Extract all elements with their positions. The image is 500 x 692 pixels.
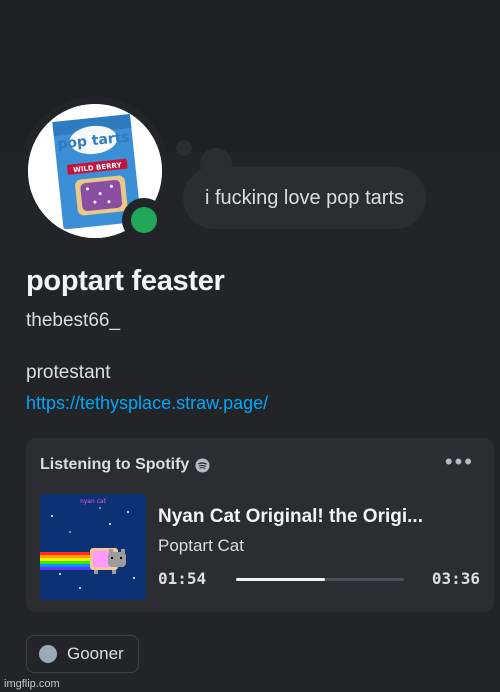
spotify-activity-card: Listening to Spotify ••• nyan cat Nyan C… <box>26 438 494 612</box>
progress-bar-fill <box>236 578 326 581</box>
role-color-dot <box>39 645 57 663</box>
username: thebest66_ <box>26 310 121 331</box>
activity-header: Listening to Spotify <box>40 456 210 474</box>
track-artist[interactable]: Poptart Cat <box>158 536 244 556</box>
role-pill-gooner[interactable]: Gooner <box>26 635 139 673</box>
progress-bar <box>236 578 404 581</box>
bio-link[interactable]: https://tethysplace.straw.page/ <box>26 393 268 414</box>
spotify-icon <box>195 457 210 473</box>
online-status-icon <box>131 207 157 233</box>
custom-status-text: i fucking love pop tarts <box>205 186 404 209</box>
svg-text:nyan cat: nyan cat <box>80 498 107 505</box>
time-total: 03:36 <box>431 569 480 588</box>
more-options-icon[interactable]: ••• <box>445 451 474 473</box>
custom-status-bubble[interactable]: i fucking love pop tarts <box>183 167 426 229</box>
display-name: poptart feaster <box>26 265 225 297</box>
track-title[interactable]: Nyan Cat Original! the Origi... <box>158 506 474 528</box>
activity-header-label: Listening to Spotify <box>40 456 190 473</box>
bio-text: protestant <box>26 362 111 383</box>
imgflip-watermark: imgflip.com <box>4 678 60 690</box>
thought-bubble-dot-small <box>176 140 192 156</box>
time-elapsed: 01:54 <box>158 569 207 588</box>
album-art[interactable]: nyan cat <box>40 494 146 600</box>
role-name: Gooner <box>67 644 124 663</box>
nyan-cat-album-image: nyan cat <box>40 494 146 600</box>
